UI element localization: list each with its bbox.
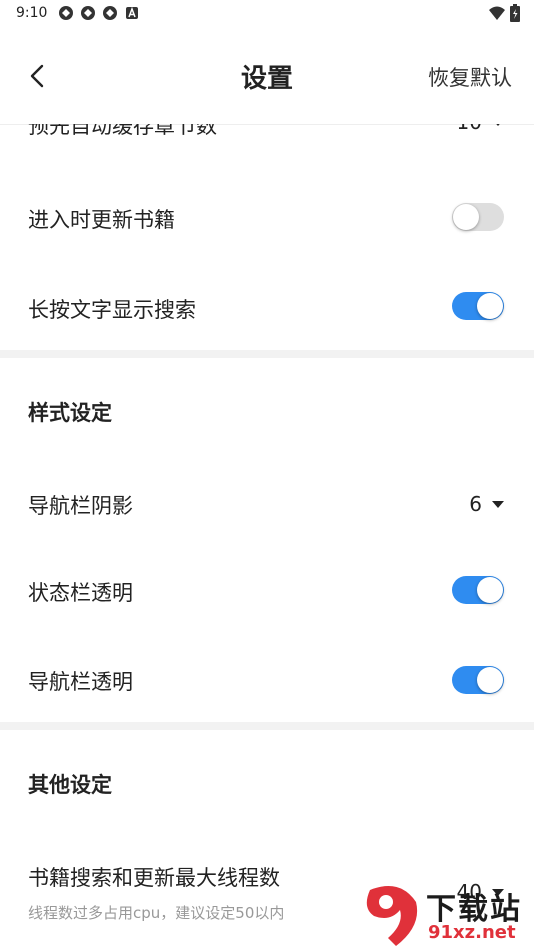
setting-row-update-on-enter[interactable]: 进入时更新书籍 — [0, 174, 534, 262]
section-title-style: 样式设定 — [28, 401, 112, 425]
setting-label: 进入时更新书籍 — [28, 208, 175, 232]
setting-label: 长按文字显示搜索 — [28, 298, 196, 322]
precache-dropdown[interactable]: 10 — [457, 124, 504, 134]
wifi-icon — [489, 6, 505, 20]
a-badge-icon — [126, 6, 138, 19]
restore-defaults-button[interactable]: 恢复默认 — [428, 62, 512, 92]
caret-down-icon — [492, 500, 504, 508]
dropdown-value: 6 — [469, 492, 482, 516]
setting-label: 导航栏透明 — [28, 670, 133, 694]
setting-label: 状态栏透明 — [28, 581, 133, 605]
setting-label: 书籍搜索和更新最大线程数 — [28, 866, 280, 890]
section-divider — [0, 350, 534, 358]
dropdown-value: 10 — [457, 124, 482, 134]
section-title-other: 其他设定 — [28, 773, 112, 797]
app-notification-icon — [103, 6, 117, 20]
battery-charging-icon — [510, 4, 520, 22]
long-press-search-toggle[interactable] — [452, 292, 504, 320]
statusbar-transparent-toggle[interactable] — [452, 576, 504, 604]
watermark-logo-icon — [366, 886, 418, 946]
app-notification-icon — [81, 6, 95, 20]
navbar-transparent-toggle[interactable] — [452, 666, 504, 694]
notification-icons — [58, 5, 140, 21]
toggle-knob — [477, 667, 503, 693]
caret-down-icon — [492, 124, 504, 126]
setting-sublabel: 线程数过多占用cpu，建议设定50以内 — [28, 904, 285, 922]
status-time: 9:10 — [16, 5, 48, 21]
setting-row-navbar-transparent[interactable]: 导航栏透明 — [0, 637, 534, 725]
toggle-knob — [453, 204, 479, 230]
section-divider — [0, 722, 534, 730]
site-watermark: 下载站 91xz.net — [358, 882, 534, 950]
status-bar: 9:10 — [0, 0, 534, 28]
toggle-knob — [477, 577, 503, 603]
system-icons — [488, 4, 520, 22]
setting-label: 导航栏阴影 — [28, 494, 133, 518]
setting-row-long-press-search[interactable]: 长按文字显示搜索 — [0, 264, 534, 352]
toggle-knob — [477, 293, 503, 319]
setting-row-nav-shadow[interactable]: 导航栏阴影 6 — [0, 460, 534, 548]
app-bar: 设置 恢复默认 — [0, 28, 534, 125]
setting-row-statusbar-transparent[interactable]: 状态栏透明 — [0, 548, 534, 636]
watermark-url: 91xz.net — [428, 922, 516, 943]
nav-shadow-dropdown[interactable]: 6 — [469, 492, 504, 516]
settings-list[interactable]: 预先自动缓存章节数 10 进入时更新书籍 长按文字显示搜索 样式设定 导航栏阴影… — [0, 124, 534, 950]
setting-label: 预先自动缓存章节数 — [28, 124, 217, 138]
app-notification-icon — [59, 6, 73, 20]
update-on-enter-toggle[interactable] — [452, 203, 504, 231]
